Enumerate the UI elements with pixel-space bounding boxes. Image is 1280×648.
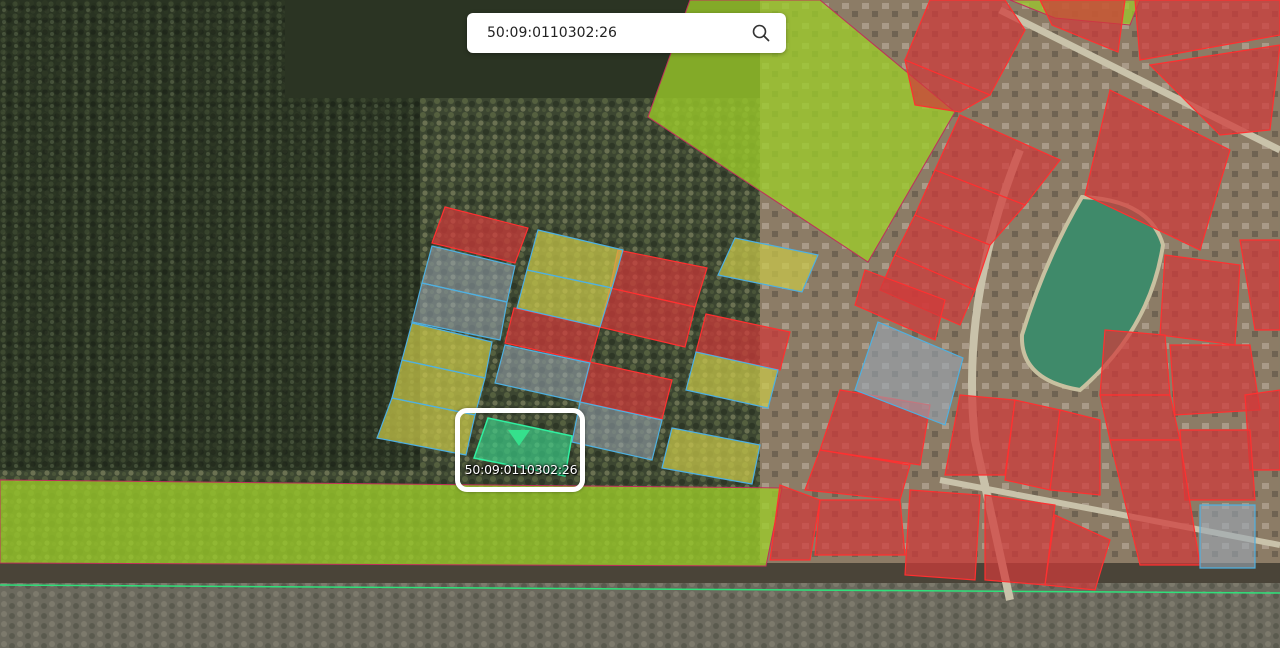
map-view[interactable]: 50:09:0110302:26 50:09:0110302:26 xyxy=(0,0,1280,648)
search-icon[interactable] xyxy=(750,22,772,44)
search-input[interactable]: 50:09:0110302:26 xyxy=(487,25,750,41)
grey-parcel[interactable] xyxy=(1199,504,1256,569)
green-parcel[interactable] xyxy=(0,479,783,567)
satellite-map[interactable] xyxy=(0,0,1280,648)
selected-plot-label: 50:09:0110302:26 xyxy=(464,462,578,477)
search-box[interactable]: 50:09:0110302:26 xyxy=(467,13,786,53)
selected-plot-callout[interactable] xyxy=(455,408,585,492)
